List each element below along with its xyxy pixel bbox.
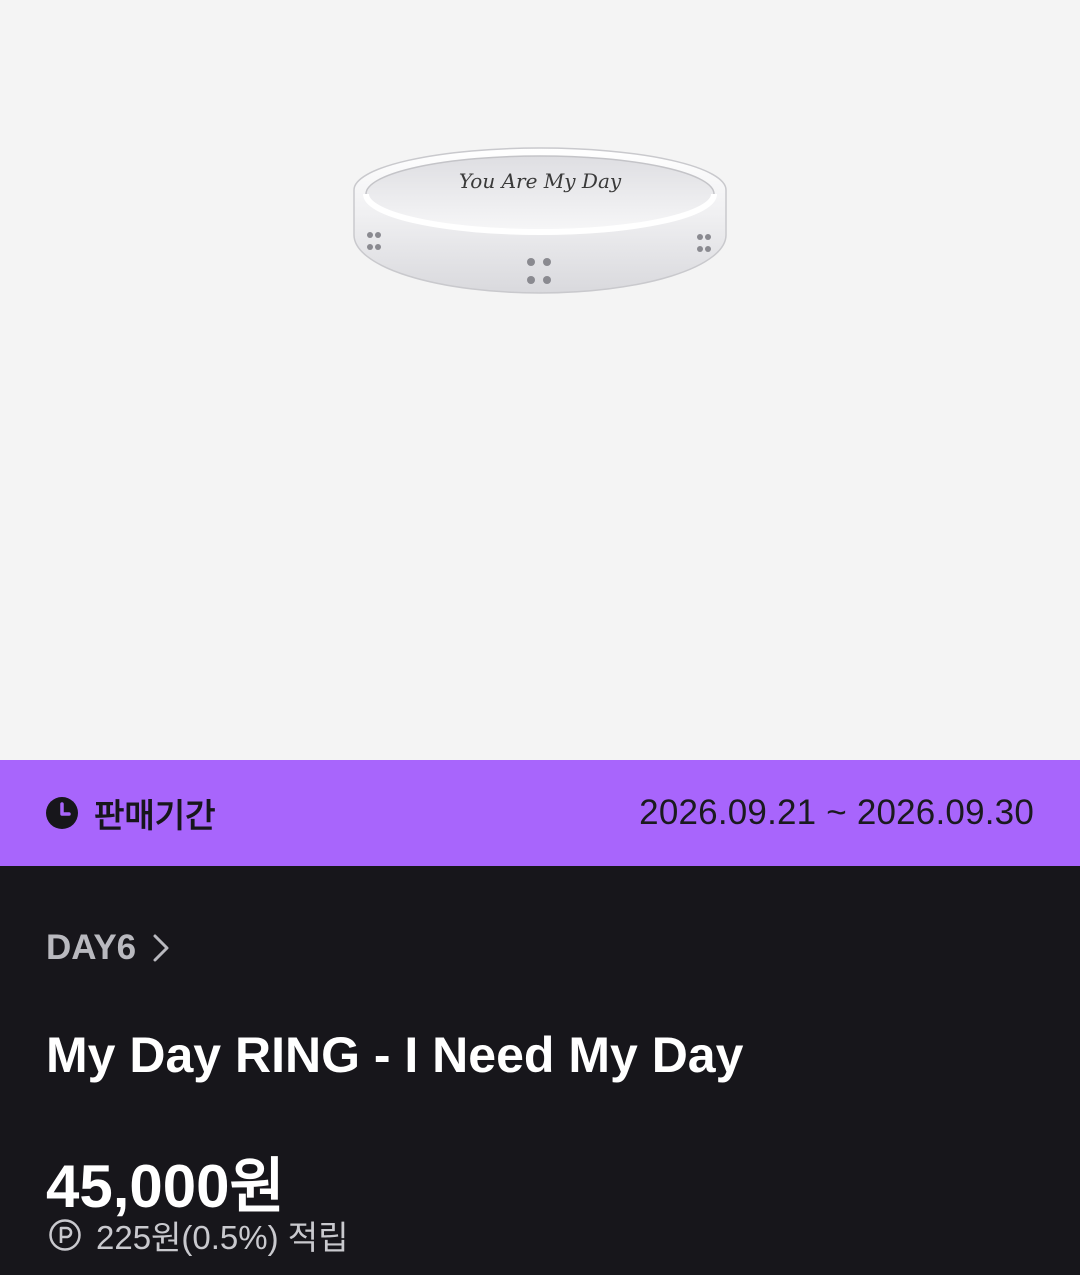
product-page: You Are My Day 판매기간 2026.09.21 ~ 2026.09… <box>0 0 1080 1275</box>
sale-period-label: 판매기간 <box>94 797 216 834</box>
artist-link[interactable]: DAY6 <box>46 928 172 968</box>
artist-name: DAY6 <box>46 928 137 967</box>
product-info: DAY6 My Day RING - I Need My Day 45,000원… <box>0 866 1080 1275</box>
points-info: 225원(0.5%) 적립 <box>48 1211 349 1259</box>
points-text: 225원(0.5%) 적립 <box>96 1219 349 1256</box>
clock-icon <box>46 797 78 829</box>
sale-period-bar: 판매기간 2026.09.21 ~ 2026.09.30 <box>0 760 1080 866</box>
point-p-icon <box>49 1219 81 1251</box>
product-title: My Day RING - I Need My Day <box>46 1027 744 1083</box>
sale-period-dates: 2026.09.21 ~ 2026.09.30 <box>639 793 1034 832</box>
ring-image: You Are My Day <box>353 147 727 294</box>
ring-engraving: You Are My Day <box>459 169 622 193</box>
chevron-right-icon <box>153 934 169 962</box>
product-image[interactable]: You Are My Day <box>0 0 1080 760</box>
